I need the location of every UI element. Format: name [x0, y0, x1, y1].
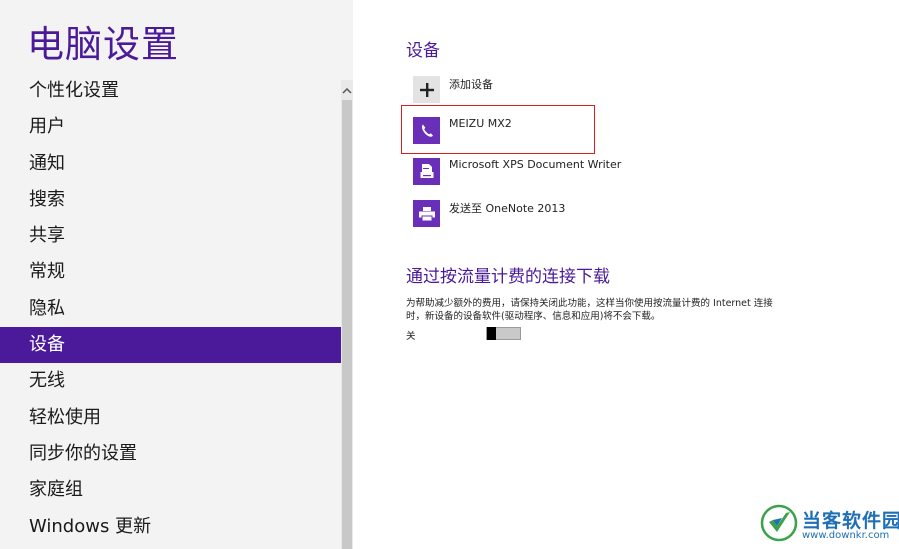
metered-download-toggle[interactable]: [486, 327, 521, 340]
sidebar-item-privacy[interactable]: 隐私: [0, 291, 341, 327]
device-label: Microsoft XPS Document Writer: [449, 158, 622, 171]
watermark-logo-icon: [760, 504, 798, 542]
scroll-up-button[interactable]: [341, 80, 353, 100]
metered-download-description: 为帮助减少额外的费用，请保持关闭此功能，这样当你使用按流量计费的 Interne…: [406, 298, 773, 322]
sidebar-item-share[interactable]: 共享: [0, 218, 341, 254]
plus-icon: [413, 76, 440, 103]
sidebar-item-search[interactable]: 搜索: [0, 182, 341, 218]
scroll-thumb[interactable]: [342, 100, 352, 549]
sidebar-item-users[interactable]: 用户: [0, 109, 341, 145]
devices-section-title: 设备: [406, 41, 440, 61]
device-label: MEIZU MX2: [449, 117, 512, 130]
sidebar-item-sync-settings[interactable]: 同步你的设置: [0, 436, 341, 472]
sidebar-item-notifications[interactable]: 通知: [0, 146, 341, 182]
app-title: 电脑设置: [27, 23, 179, 66]
device-item-meizu[interactable]: MEIZU MX2: [413, 117, 713, 147]
toggle-state-label: 关: [406, 331, 416, 342]
sidebar-item-personalize[interactable]: 个性化设置: [0, 73, 341, 109]
sidebar-item-ease-of-access[interactable]: 轻松使用: [0, 400, 341, 436]
device-label: 发送至 OneNote 2013: [449, 202, 566, 215]
watermark-url: www.downkr.com: [802, 530, 890, 541]
sidebar-item-wireless[interactable]: 无线: [0, 363, 341, 399]
watermark-name: 当客软件园: [802, 510, 899, 532]
sidebar-nav: 个性化设置 用户 通知 搜索 共享 常规 隐私 设备 无线 轻松使用 同步你的设…: [0, 73, 341, 545]
add-device-button[interactable]: 添加设备: [413, 76, 713, 106]
device-item-onenote[interactable]: 发送至 OneNote 2013: [413, 200, 713, 230]
sidebar-item-devices[interactable]: 设备: [0, 327, 341, 364]
device-item-xps-writer[interactable]: Microsoft XPS Document Writer: [413, 158, 713, 188]
sidebar-scrollbar[interactable]: [341, 80, 353, 549]
chevron-up-icon: [342, 87, 352, 94]
sidebar: 电脑设置 个性化设置 用户 通知 搜索 共享 常规 隐私 设备 无线 轻松使用 …: [0, 0, 353, 549]
sidebar-item-homegroup[interactable]: 家庭组: [0, 472, 341, 508]
add-device-label: 添加设备: [449, 78, 493, 91]
phone-icon: [413, 117, 440, 144]
sidebar-item-general[interactable]: 常规: [0, 254, 341, 290]
document-printer-icon: [413, 158, 440, 185]
printer-icon: [413, 200, 440, 227]
sidebar-item-windows-update[interactable]: Windows 更新: [0, 509, 341, 545]
watermark: 当客软件园 www.downkr.com: [760, 502, 899, 546]
toggle-knob[interactable]: [487, 327, 496, 340]
metered-download-title: 通过按流量计费的连接下载: [406, 267, 610, 287]
